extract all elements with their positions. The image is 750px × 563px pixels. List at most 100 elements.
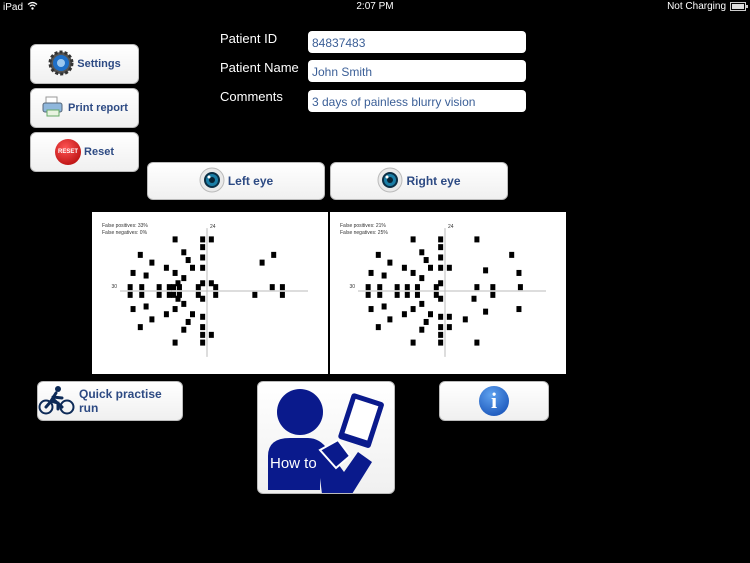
field-point — [404, 284, 410, 291]
field-point — [433, 284, 439, 291]
field-point — [375, 324, 381, 331]
field-point — [279, 284, 285, 291]
field-point — [137, 251, 143, 258]
field-point — [130, 306, 136, 313]
info-button[interactable]: i — [439, 381, 549, 421]
field-point — [419, 300, 425, 307]
field-point — [130, 269, 136, 276]
field-point — [172, 339, 178, 346]
status-bar: iPad 2:07 PM Not Charging — [0, 0, 750, 14]
field-point — [163, 264, 169, 271]
left-eye-plot: False positives: 33% False negatives: 0%… — [92, 212, 328, 374]
field-point — [200, 324, 206, 331]
y-tick-label: 24 — [448, 224, 454, 230]
field-point — [381, 272, 387, 279]
reset-icon: RESET — [55, 139, 82, 165]
print-report-label: Print report — [68, 102, 128, 114]
patient-id-label: Patient ID — [220, 31, 278, 46]
field-point — [428, 264, 433, 271]
field-point — [368, 306, 374, 313]
field-point — [387, 316, 393, 323]
field-point — [149, 259, 155, 266]
field-point — [213, 291, 219, 298]
field-point — [279, 291, 285, 298]
field-point — [394, 291, 400, 298]
left-eye-label: Left eye — [227, 174, 274, 188]
field-point — [172, 269, 178, 276]
field-point — [446, 324, 452, 331]
field-point — [208, 280, 214, 287]
field-point — [149, 316, 155, 323]
right-eye-button[interactable]: Right eye — [330, 162, 508, 200]
field-point — [208, 331, 214, 338]
field-point — [365, 291, 371, 298]
field-point — [375, 251, 381, 258]
field-point — [171, 284, 177, 291]
field-point — [200, 295, 206, 302]
field-point — [410, 306, 416, 313]
left-eye-chart: 30 24 — [111, 224, 308, 357]
comments-label: Comments — [220, 89, 283, 104]
field-point — [156, 284, 162, 291]
field-point — [419, 249, 425, 256]
eye-icon — [377, 167, 403, 196]
field-point — [190, 264, 195, 271]
charging-status: Not Charging — [667, 1, 726, 12]
bicycle-icon — [38, 385, 76, 418]
x-tick-label: 30 — [349, 284, 355, 290]
gear-icon — [48, 50, 74, 79]
patient-name-field[interactable]: John Smith — [308, 60, 526, 82]
field-point — [175, 295, 181, 302]
field-point — [381, 303, 387, 310]
field-point — [171, 291, 177, 298]
field-point — [127, 284, 133, 291]
field-point — [401, 311, 407, 318]
field-point — [200, 313, 206, 320]
reset-badge-text: RESET — [58, 149, 79, 155]
field-point — [509, 251, 515, 258]
field-point — [387, 259, 393, 266]
field-point — [438, 280, 444, 287]
comments-field[interactable]: 3 days of painless blurry vision — [308, 90, 526, 112]
field-point — [200, 264, 206, 271]
field-point — [181, 300, 187, 307]
field-point — [516, 306, 522, 313]
field-point — [401, 264, 407, 271]
field-point — [127, 291, 133, 298]
field-point — [143, 272, 149, 279]
field-point — [438, 254, 444, 261]
field-point — [474, 236, 480, 243]
right-eye-label: Right eye — [406, 174, 461, 188]
left-eye-button[interactable]: Left eye — [147, 162, 325, 200]
field-point — [438, 331, 444, 338]
field-point — [185, 257, 191, 264]
field-point — [410, 236, 416, 243]
field-point — [404, 291, 410, 298]
field-point — [271, 251, 277, 258]
field-point — [213, 284, 219, 291]
patient-id-field[interactable]: 84837483 — [308, 31, 526, 53]
quick-practise-button[interactable]: Quick practise run — [37, 381, 183, 421]
print-report-button[interactable]: Print report — [30, 88, 139, 128]
field-point — [166, 291, 172, 298]
field-point — [195, 291, 201, 298]
field-point — [200, 254, 206, 261]
field-point — [185, 318, 191, 325]
field-point — [365, 284, 371, 291]
field-point — [143, 303, 149, 310]
field-point — [419, 326, 425, 333]
clock: 2:07 PM — [356, 1, 394, 12]
settings-button[interactable]: Settings — [30, 44, 139, 84]
field-point — [438, 236, 444, 243]
eye-icon — [199, 167, 225, 196]
field-point — [208, 236, 214, 243]
how-to-button[interactable]: How to — [257, 381, 395, 494]
field-point — [200, 280, 206, 287]
field-point — [200, 331, 206, 338]
field-point — [419, 275, 425, 282]
field-point — [423, 257, 429, 264]
field-point — [252, 291, 258, 298]
reset-button[interactable]: RESET Reset — [30, 132, 139, 172]
field-point — [181, 275, 187, 282]
field-point — [438, 313, 444, 320]
